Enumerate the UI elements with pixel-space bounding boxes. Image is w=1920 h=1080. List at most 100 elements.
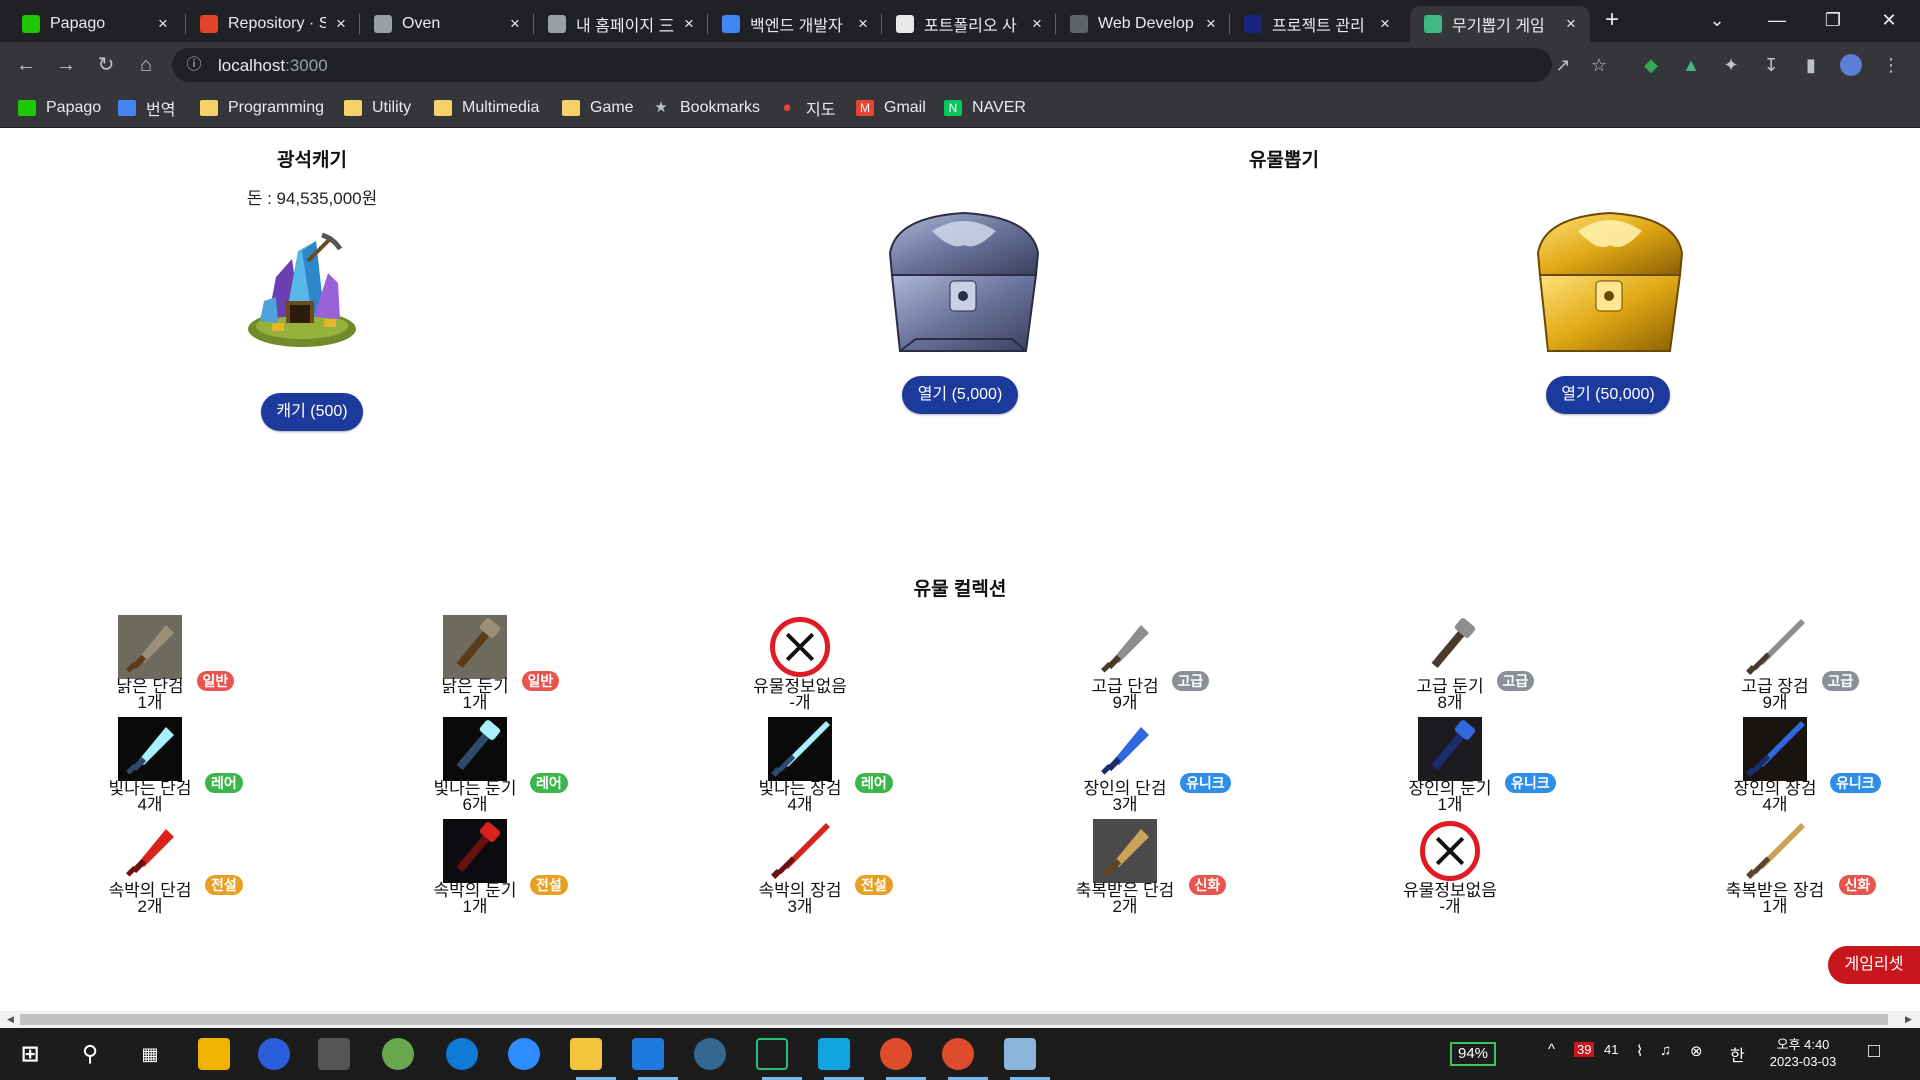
- reload-icon[interactable]: ↻: [92, 51, 120, 79]
- datagrip-icon[interactable]: [756, 1038, 788, 1070]
- bookmark-item[interactable]: N NAVER: [944, 96, 1026, 120]
- extensions-icon[interactable]: ✦: [1720, 54, 1742, 76]
- download-icon[interactable]: ↧: [1760, 54, 1782, 76]
- new-tab-button[interactable]: +: [1600, 8, 1624, 33]
- tray-close-icon[interactable]: ⊗: [1690, 1042, 1703, 1060]
- address-url[interactable]: localhost:3000: [218, 56, 328, 76]
- browser-tab[interactable]: 프로젝트 관리 ×: [1230, 6, 1404, 42]
- browser-tab[interactable]: 백엔드 개발자 ×: [708, 6, 882, 42]
- search-icon[interactable]: ⚲: [74, 1038, 106, 1070]
- browser-tab[interactable]: Repository · S ×: [186, 6, 360, 42]
- intellij-icon[interactable]: [632, 1038, 664, 1070]
- bookmark-star-icon[interactable]: ☆: [1588, 54, 1610, 76]
- artifact-count: 6개: [462, 795, 488, 814]
- tab-close-icon[interactable]: ×: [1376, 15, 1394, 33]
- horizontal-scrollbar[interactable]: ◀ ▶: [0, 1011, 1920, 1028]
- vue-devtools-icon[interactable]: ▲: [1680, 54, 1702, 76]
- tab-close-icon[interactable]: ×: [332, 15, 350, 33]
- menu-kebab-icon[interactable]: ⋮: [1880, 54, 1902, 76]
- paint-icon[interactable]: [382, 1038, 414, 1070]
- bookmark-label: Programming: [228, 99, 325, 116]
- restore-button[interactable]: ❐: [1810, 0, 1856, 40]
- zoom-icon[interactable]: [508, 1038, 540, 1070]
- webstorm-icon[interactable]: [818, 1038, 850, 1070]
- scroll-left-arrow-icon[interactable]: ◀: [2, 1011, 19, 1028]
- task-view-icon[interactable]: ▦: [134, 1038, 166, 1070]
- tab-close-icon[interactable]: ×: [1028, 15, 1046, 33]
- browser-tab[interactable]: 무기뽑기 게임 ×: [1410, 6, 1590, 42]
- wifi-icon[interactable]: ⌇: [1636, 1042, 1643, 1060]
- bookmark-item[interactable]: M Gmail: [856, 96, 926, 120]
- postgres-icon[interactable]: [694, 1038, 726, 1070]
- app-blue-icon[interactable]: [258, 1038, 290, 1070]
- tab-close-icon[interactable]: ×: [1202, 15, 1220, 33]
- tab-favicon-icon: [896, 15, 914, 33]
- reset-game-button[interactable]: 게임리셋: [1828, 946, 1920, 984]
- grade-badge: 레어: [530, 773, 568, 793]
- bookmark-label: Bookmarks: [680, 99, 761, 116]
- grade-badge: 전설: [205, 875, 243, 895]
- clock-time[interactable]: 오후 4:40: [1768, 1034, 1838, 1053]
- back-icon[interactable]: ←: [12, 51, 40, 79]
- notification-icon[interactable]: □: [1868, 1040, 1880, 1063]
- ime-indicator[interactable]: 한: [1730, 1042, 1745, 1066]
- artifact-card: 속박의 장검 3개 전설: [670, 819, 930, 919]
- clock-date[interactable]: 2023-03-03: [1766, 1054, 1840, 1069]
- address-bar[interactable]: ⓘ localhost:3000 ↗ ☆: [172, 48, 1607, 82]
- volume-icon[interactable]: ♫: [1660, 1042, 1671, 1059]
- open-silver-chest-button[interactable]: 열기 (5,000): [902, 376, 1018, 414]
- tab-close-icon[interactable]: ×: [854, 15, 872, 33]
- scrollbar-thumb[interactable]: [20, 1014, 1888, 1025]
- grade-badge: 전설: [855, 875, 893, 895]
- bookmark-label: Multimedia: [462, 99, 540, 116]
- file-explorer-icon[interactable]: [570, 1038, 602, 1070]
- bookmark-item[interactable]: ● 지도: [778, 96, 835, 120]
- open-gold-chest-button[interactable]: 열기 (50,000): [1546, 376, 1670, 414]
- tray-chevron-icon[interactable]: ^: [1548, 1041, 1555, 1058]
- bookmark-item[interactable]: ★ Bookmarks: [652, 96, 760, 120]
- chrome-profile-icon[interactable]: [942, 1038, 974, 1070]
- folder-icon: [200, 100, 218, 116]
- scroll-right-arrow-icon[interactable]: ▶: [1900, 1011, 1917, 1028]
- calculator-icon[interactable]: [318, 1038, 350, 1070]
- share-icon[interactable]: ↗: [1552, 54, 1574, 76]
- tab-close-icon[interactable]: ×: [154, 15, 172, 33]
- bookmark-item[interactable]: Programming: [200, 96, 324, 120]
- minimize-button[interactable]: —: [1754, 0, 1800, 40]
- battery-indicator[interactable]: 94%: [1450, 1042, 1497, 1066]
- windows-taskbar: ⊞ ⚲ ▦ 94% ^ 39 41 ⌇ ♫ ⊗ 한 오후 4:40 2023-0…: [0, 1028, 1920, 1080]
- tray-purple-badge[interactable]: 41: [1604, 1042, 1618, 1057]
- browser-tab[interactable]: Oven ×: [360, 6, 534, 42]
- bookmark-item[interactable]: Utility: [344, 96, 411, 120]
- artifact-card: 속박의 둔기 1개 전설: [345, 819, 605, 919]
- chrome-icon[interactable]: [880, 1038, 912, 1070]
- tray-red-badge[interactable]: 39: [1574, 1042, 1595, 1057]
- browser-tab[interactable]: Papago ×: [8, 6, 182, 42]
- home-icon[interactable]: ⌂: [132, 51, 160, 79]
- forward-icon[interactable]: →: [52, 51, 80, 79]
- app-notepad-icon[interactable]: [1004, 1038, 1036, 1070]
- artifact-card: 빛나는 둔기 6개 레어: [345, 717, 605, 817]
- side-panel-icon[interactable]: ▮: [1800, 54, 1822, 76]
- browser-tab[interactable]: 내 홈페이지 三 ×: [534, 6, 708, 42]
- browser-tab[interactable]: 포트폴리오 사 ×: [882, 6, 1056, 42]
- bookmark-item[interactable]: Multimedia: [434, 96, 539, 120]
- tab-close-icon[interactable]: ×: [1562, 15, 1580, 33]
- shield-extension-icon[interactable]: ◆: [1640, 54, 1662, 76]
- tab-close-icon[interactable]: ×: [680, 15, 698, 33]
- profile-avatar[interactable]: [1840, 54, 1862, 76]
- close-window-button[interactable]: ✕: [1866, 0, 1912, 40]
- mine-button[interactable]: 캐기 (500): [261, 393, 363, 431]
- artifact-card: 장인의 장검 4개 유니크: [1645, 717, 1905, 817]
- tab-search-icon[interactable]: ⌄: [1694, 0, 1740, 40]
- gacha-title: 유물뽑기: [1249, 150, 1319, 171]
- tab-close-icon[interactable]: ×: [506, 15, 524, 33]
- bookmark-item[interactable]: Game: [562, 96, 634, 120]
- bookmark-item[interactable]: 번역: [118, 96, 175, 120]
- site-info-icon[interactable]: ⓘ: [184, 55, 204, 75]
- windows-start-icon[interactable]: ⊞: [14, 1038, 46, 1070]
- edge-icon[interactable]: [446, 1038, 478, 1070]
- store-icon[interactable]: [198, 1038, 230, 1070]
- bookmark-item[interactable]: Papago: [18, 96, 101, 120]
- browser-tab[interactable]: Web Develop ×: [1056, 6, 1230, 42]
